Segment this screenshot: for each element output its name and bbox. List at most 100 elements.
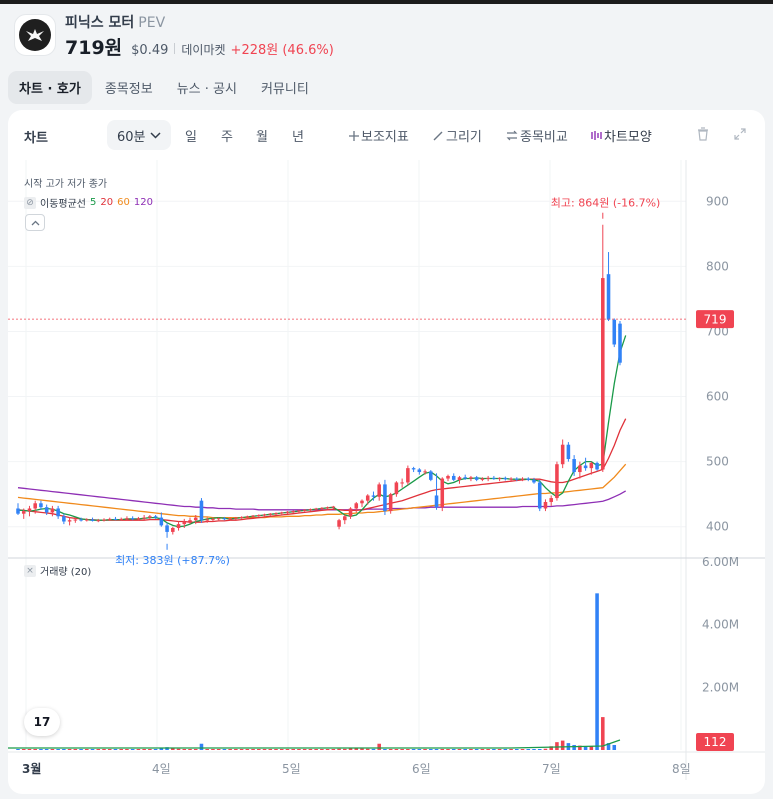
x-tick-label: 7일	[542, 762, 561, 776]
candle-body	[130, 518, 135, 520]
volume-bar	[205, 749, 209, 750]
price-chart[interactable]: 4005006007008009002.00M4.00M6.00M719112최…	[8, 160, 765, 794]
volume-bar	[239, 749, 244, 750]
volume-bar	[555, 742, 559, 750]
candle-body	[555, 464, 559, 499]
candle-body	[257, 514, 261, 516]
volume-bar	[520, 749, 525, 750]
volume-bar	[125, 749, 129, 750]
volume-bar	[39, 749, 43, 750]
period-year-button[interactable]: 년	[292, 126, 304, 145]
candle-body	[543, 501, 548, 509]
candle-body	[153, 516, 158, 518]
period-week-button[interactable]: 주	[221, 126, 233, 145]
candle-body	[492, 477, 496, 479]
volume-bar	[90, 749, 95, 750]
draw-button[interactable]: 그리기	[433, 126, 482, 145]
tab-chart-orderbook[interactable]: 차트 · 호가	[8, 71, 92, 104]
volume-bar	[377, 743, 381, 750]
volume-bar	[257, 749, 261, 750]
candle-body	[234, 517, 238, 519]
chart-shape-button[interactable]: 차트모양	[590, 126, 652, 145]
volume-bar	[50, 749, 55, 750]
candle-body	[171, 528, 175, 532]
period-day-button[interactable]: 일	[185, 126, 197, 145]
y-tick-label: 400	[706, 520, 729, 534]
ma-legend: ⊘ 이동평균선 5 20 60 120	[24, 195, 153, 210]
volume-bar	[245, 749, 250, 750]
volume-bar	[537, 749, 542, 750]
volume-bar	[216, 749, 221, 750]
tab-news[interactable]: 뉴스 · 공시	[166, 71, 248, 104]
current-price: 719원	[65, 37, 123, 59]
candle-body	[320, 507, 324, 509]
volume-bar	[406, 749, 410, 750]
volume-tick-label: 4.00M	[702, 618, 739, 632]
candle-body	[457, 477, 462, 480]
period-month-button[interactable]: 월	[256, 126, 268, 145]
phoenix-logo-icon	[19, 19, 51, 51]
x-tick-label: 3월	[22, 761, 41, 776]
volume-bar	[503, 749, 508, 750]
candle-body	[429, 471, 433, 480]
trash-icon[interactable]	[695, 126, 711, 142]
tab-community[interactable]: 커뮤니티	[250, 71, 320, 104]
candle-body	[39, 503, 43, 508]
volume-bar	[348, 748, 353, 750]
x-tick-label: 5일	[282, 762, 301, 776]
compare-button[interactable]: 종목비교	[506, 126, 568, 145]
candle-body	[394, 482, 399, 495]
interval-label: 60분	[117, 129, 146, 145]
indicator-button[interactable]: 보조지표	[349, 126, 409, 145]
volume-bar	[228, 749, 232, 750]
volume-bar	[457, 749, 462, 750]
high-price-annotation: 최고: 864원 (-16.7%)	[551, 197, 661, 210]
volume-bar	[130, 749, 135, 750]
volume-bar	[79, 749, 83, 750]
tab-stock-info[interactable]: 종목정보	[94, 71, 164, 104]
candle-body	[371, 495, 376, 497]
candle-body	[578, 465, 582, 473]
candle-body	[239, 516, 244, 518]
volume-bar	[383, 749, 387, 750]
chart-title: 차트	[24, 131, 48, 146]
tradingview-logo-icon[interactable]: 17	[24, 708, 60, 736]
x-tick-label: 8일	[672, 762, 691, 776]
volume-bar	[474, 749, 479, 750]
y-tick-label: 800	[706, 259, 729, 273]
candle-body	[417, 469, 422, 473]
candle-body	[515, 478, 519, 480]
candle-body	[400, 482, 404, 484]
volume-bar	[193, 749, 198, 750]
candle-body	[377, 484, 381, 497]
candle-body	[125, 518, 129, 520]
interval-dropdown[interactable]: 60분	[107, 120, 171, 150]
volume-bar	[560, 740, 565, 750]
ma60-label: 60	[117, 197, 130, 208]
expand-icon[interactable]	[732, 126, 748, 142]
candle-body	[325, 507, 330, 509]
candle-body	[188, 520, 192, 522]
candle-body	[463, 477, 467, 479]
y-tick-label: 900	[706, 194, 729, 208]
candle-body	[251, 515, 255, 517]
candle-body	[159, 517, 164, 526]
volume-bar	[417, 749, 422, 750]
volume-bar	[394, 749, 399, 750]
candle-body	[601, 278, 605, 470]
candle-body	[73, 519, 78, 521]
volume-bar	[302, 749, 307, 750]
volume-bar	[446, 749, 450, 750]
candle-body	[406, 468, 410, 483]
collapse-legend-button[interactable]	[25, 214, 45, 231]
candle-body	[503, 477, 508, 480]
candle-body	[79, 519, 83, 521]
candle-body	[16, 508, 20, 514]
hide-eye-icon[interactable]: ⊘	[24, 196, 36, 209]
price-row: 719원 $0.49 데이마켓 +228원 (46.6%)	[65, 33, 334, 60]
candle-body	[67, 520, 72, 522]
candle-body	[331, 506, 336, 508]
close-icon[interactable]: ×	[24, 564, 36, 577]
candle-body	[589, 462, 594, 469]
candle-body	[222, 518, 227, 520]
